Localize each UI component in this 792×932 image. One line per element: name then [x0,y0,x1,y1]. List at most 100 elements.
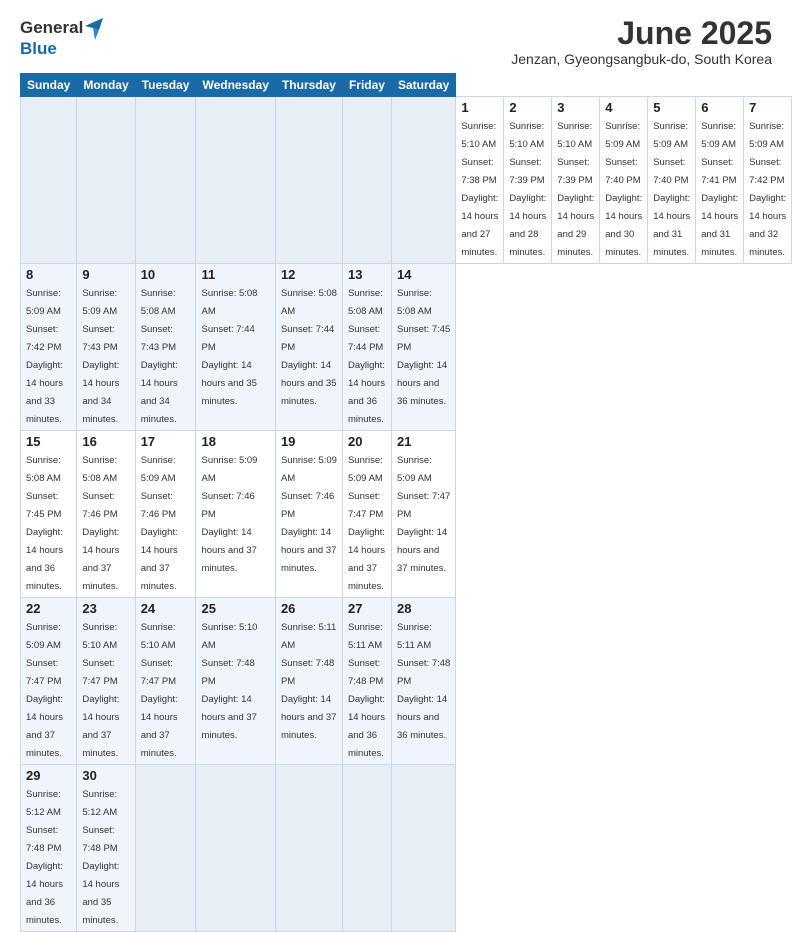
day-number: 2 [509,100,546,115]
month-title: June 2025 [511,16,772,51]
logo: General Blue [20,16,103,59]
day-info: Sunrise: 5:08 AMSunset: 7:45 PMDaylight:… [26,455,63,592]
table-row [135,765,196,932]
table-row [391,765,455,932]
table-row [135,97,196,264]
day-info: Sunrise: 5:10 AMSunset: 7:38 PMDaylight:… [461,121,498,258]
day-info: Sunrise: 5:10 AMSunset: 7:47 PMDaylight:… [82,622,119,759]
day-number: 9 [82,267,129,282]
table-row: 20 Sunrise: 5:09 AMSunset: 7:47 PMDaylig… [342,431,391,598]
table-row: 14 Sunrise: 5:08 AMSunset: 7:45 PMDaylig… [391,264,455,431]
day-number: 29 [26,768,71,783]
day-number: 23 [82,601,129,616]
day-info: Sunrise: 5:09 AMSunset: 7:40 PMDaylight:… [653,121,690,258]
table-row: 4 Sunrise: 5:09 AMSunset: 7:40 PMDayligh… [600,97,648,264]
day-info: Sunrise: 5:10 AMSunset: 7:47 PMDaylight:… [141,622,178,759]
calendar-header-row: Sunday Monday Tuesday Wednesday Thursday… [21,74,792,97]
table-row: 9 Sunrise: 5:09 AMSunset: 7:43 PMDayligh… [77,264,135,431]
table-row: 7 Sunrise: 5:09 AMSunset: 7:42 PMDayligh… [744,97,792,264]
day-info: Sunrise: 5:09 AMSunset: 7:47 PMDaylight:… [397,455,450,574]
day-info: Sunrise: 5:09 AMSunset: 7:42 PMDaylight:… [749,121,786,258]
day-info: Sunrise: 5:08 AMSunset: 7:46 PMDaylight:… [82,455,119,592]
calendar-week-row: 22 Sunrise: 5:09 AMSunset: 7:47 PMDaylig… [21,598,792,765]
table-row: 3 Sunrise: 5:10 AMSunset: 7:39 PMDayligh… [552,97,600,264]
table-row [391,97,455,264]
day-info: Sunrise: 5:08 AMSunset: 7:44 PMDaylight:… [348,288,385,425]
calendar-week-row: 15 Sunrise: 5:08 AMSunset: 7:45 PMDaylig… [21,431,792,598]
day-number: 21 [397,434,450,449]
table-row: 5 Sunrise: 5:09 AMSunset: 7:40 PMDayligh… [648,97,696,264]
day-number: 5 [653,100,690,115]
calendar-week-row: 29 Sunrise: 5:12 AMSunset: 7:48 PMDaylig… [21,765,792,932]
day-info: Sunrise: 5:09 AMSunset: 7:46 PMDaylight:… [141,455,178,592]
table-row: 16 Sunrise: 5:08 AMSunset: 7:46 PMDaylig… [77,431,135,598]
table-row: 21 Sunrise: 5:09 AMSunset: 7:47 PMDaylig… [391,431,455,598]
table-row [275,97,342,264]
day-info: Sunrise: 5:09 AMSunset: 7:42 PMDaylight:… [26,288,63,425]
table-row [77,97,135,264]
day-number: 7 [749,100,786,115]
day-number: 18 [201,434,269,449]
day-number: 24 [141,601,191,616]
table-row [196,97,275,264]
day-info: Sunrise: 5:09 AMSunset: 7:46 PMDaylight:… [281,455,337,574]
table-row [21,97,77,264]
day-number: 22 [26,601,71,616]
table-row: 11 Sunrise: 5:08 AMSunset: 7:44 PMDaylig… [196,264,275,431]
table-row: 12 Sunrise: 5:08 AMSunset: 7:44 PMDaylig… [275,264,342,431]
table-row: 30 Sunrise: 5:12 AMSunset: 7:48 PMDaylig… [77,765,135,932]
table-row [196,765,275,932]
table-row: 15 Sunrise: 5:08 AMSunset: 7:45 PMDaylig… [21,431,77,598]
day-number: 27 [348,601,386,616]
day-info: Sunrise: 5:09 AMSunset: 7:47 PMDaylight:… [348,455,385,592]
day-info: Sunrise: 5:09 AMSunset: 7:47 PMDaylight:… [26,622,63,759]
day-number: 12 [281,267,337,282]
day-number: 3 [557,100,594,115]
page: General Blue June 2025 Jenzan, Gyeongsan… [0,0,792,612]
title-block: June 2025 Jenzan, Gyeongsangbuk-do, Sout… [511,16,772,67]
col-sunday: Sunday [21,74,77,97]
day-info: Sunrise: 5:08 AMSunset: 7:43 PMDaylight:… [141,288,178,425]
day-info: Sunrise: 5:10 AMSunset: 7:39 PMDaylight:… [509,121,546,258]
table-row: 23 Sunrise: 5:10 AMSunset: 7:47 PMDaylig… [77,598,135,765]
day-info: Sunrise: 5:09 AMSunset: 7:40 PMDaylight:… [605,121,642,258]
table-row: 17 Sunrise: 5:09 AMSunset: 7:46 PMDaylig… [135,431,196,598]
day-number: 28 [397,601,450,616]
day-info: Sunrise: 5:11 AMSunset: 7:48 PMDaylight:… [348,622,385,759]
table-row [342,765,391,932]
day-number: 10 [141,267,191,282]
day-number: 16 [82,434,129,449]
calendar-week-row: 1 Sunrise: 5:10 AMSunset: 7:38 PMDayligh… [21,97,792,264]
col-thursday: Thursday [275,74,342,97]
day-info: Sunrise: 5:09 AMSunset: 7:46 PMDaylight:… [201,455,257,574]
day-number: 6 [701,100,738,115]
table-row: 6 Sunrise: 5:09 AMSunset: 7:41 PMDayligh… [696,97,744,264]
day-info: Sunrise: 5:09 AMSunset: 7:43 PMDaylight:… [82,288,119,425]
calendar-week-row: 8 Sunrise: 5:09 AMSunset: 7:42 PMDayligh… [21,264,792,431]
day-number: 11 [201,267,269,282]
day-number: 4 [605,100,642,115]
table-row [342,97,391,264]
day-info: Sunrise: 5:08 AMSunset: 7:45 PMDaylight:… [397,288,450,407]
day-info: Sunrise: 5:12 AMSunset: 7:48 PMDaylight:… [82,789,119,926]
table-row: 27 Sunrise: 5:11 AMSunset: 7:48 PMDaylig… [342,598,391,765]
day-info: Sunrise: 5:11 AMSunset: 7:48 PMDaylight:… [281,622,336,741]
table-row: 24 Sunrise: 5:10 AMSunset: 7:47 PMDaylig… [135,598,196,765]
day-number: 19 [281,434,337,449]
day-info: Sunrise: 5:12 AMSunset: 7:48 PMDaylight:… [26,789,63,926]
day-number: 17 [141,434,191,449]
day-number: 25 [201,601,269,616]
day-number: 26 [281,601,337,616]
day-info: Sunrise: 5:10 AMSunset: 7:48 PMDaylight:… [201,622,257,741]
col-wednesday: Wednesday [196,74,275,97]
day-info: Sunrise: 5:11 AMSunset: 7:48 PMDaylight:… [397,622,450,741]
table-row: 1 Sunrise: 5:10 AMSunset: 7:38 PMDayligh… [456,97,504,264]
day-number: 15 [26,434,71,449]
day-info: Sunrise: 5:09 AMSunset: 7:41 PMDaylight:… [701,121,738,258]
day-number: 30 [82,768,129,783]
logo-text: General Blue [20,16,103,59]
day-number: 20 [348,434,386,449]
day-number: 1 [461,100,498,115]
table-row: 29 Sunrise: 5:12 AMSunset: 7:48 PMDaylig… [21,765,77,932]
day-number: 13 [348,267,386,282]
